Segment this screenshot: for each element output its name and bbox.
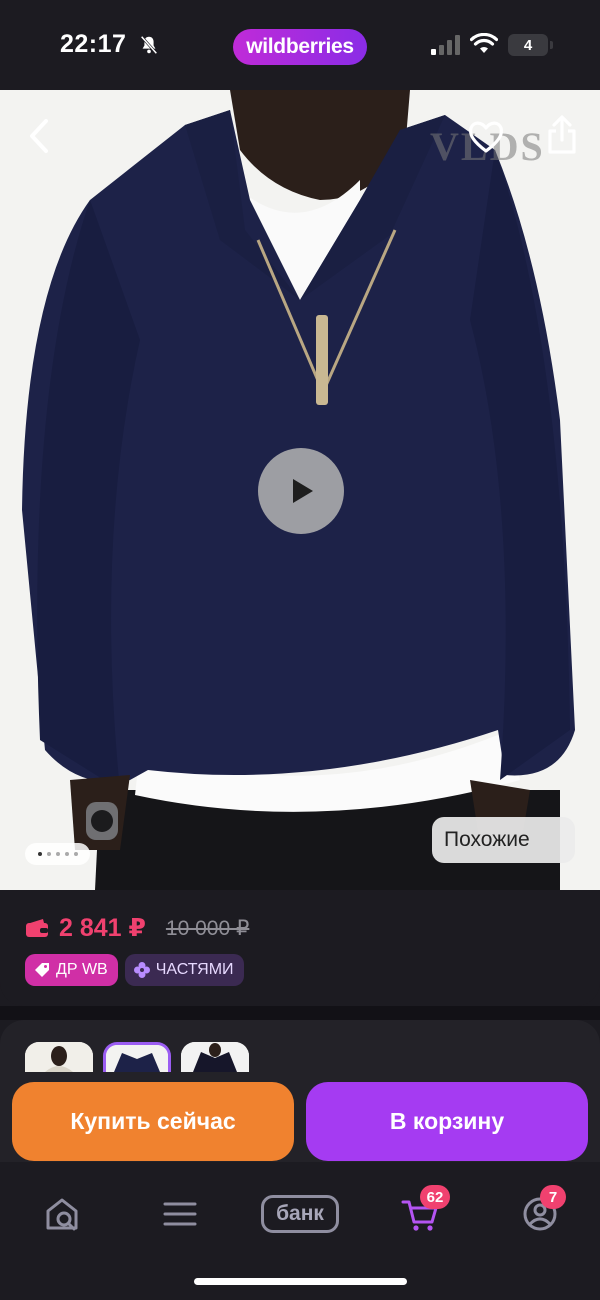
nav-catalog[interactable] (158, 1192, 202, 1236)
thumbnail-image (25, 1042, 93, 1072)
old-price: 10 000 ₽ (165, 916, 250, 940)
pagination-dot (37, 852, 42, 856)
status-bar: 22:17 wildberries 4 (0, 0, 600, 90)
wallet-icon (26, 919, 48, 937)
thumbnail[interactable] (25, 1042, 93, 1072)
thumbnail-image (181, 1042, 249, 1072)
wb-birthday-badge[interactable]: ДР WB (25, 954, 118, 986)
similar-button[interactable]: Похожие (432, 817, 575, 863)
current-price: 2 841 ₽ (59, 914, 146, 942)
status-time: 22:17 (60, 30, 127, 58)
pagination-dot (64, 852, 69, 856)
pagination-dot (73, 852, 78, 856)
buy-now-button[interactable]: Купить сейчас (12, 1082, 294, 1161)
nav-bank[interactable]: банк (261, 1192, 339, 1236)
battery-level: 4 (523, 36, 533, 54)
product-image[interactable]: VLDS Похожие (0, 90, 600, 890)
pagination-dot (46, 852, 51, 856)
cellular-signal-icon (431, 35, 460, 55)
thumbnail-selected[interactable] (103, 1042, 171, 1072)
bell-muted-icon (140, 35, 158, 55)
share-icon[interactable] (544, 114, 580, 156)
split-payment-icon (133, 962, 150, 978)
image-pagination[interactable] (25, 843, 90, 865)
badge-label: ЧАСТЯМИ (155, 961, 234, 978)
catalog-icon (163, 1202, 197, 1226)
play-icon (293, 479, 313, 503)
add-to-cart-button[interactable]: В корзину (306, 1082, 588, 1161)
cart-count-badge: 62 (420, 1185, 450, 1209)
nav-home[interactable] (40, 1192, 84, 1236)
bank-icon: банк (261, 1195, 339, 1233)
bank-label: банк (276, 1202, 324, 1225)
back-arrow-icon[interactable] (22, 115, 58, 157)
profile-count-badge: 7 (540, 1185, 566, 1209)
tag-icon (35, 963, 49, 977)
promo-badges: ДР WB ЧАСТЯМИ (25, 954, 244, 986)
pagination-dot (55, 852, 60, 856)
thumbnail[interactable] (181, 1042, 249, 1072)
home-indicator[interactable] (194, 1278, 407, 1285)
thumbnail-image (106, 1045, 168, 1072)
price-card: 2 841 ₽ 10 000 ₽ ДР WB ЧАСТЯМИ (0, 890, 600, 1006)
wifi-icon (470, 33, 498, 53)
heart-icon[interactable] (466, 117, 506, 157)
battery-icon: 4 (508, 34, 553, 56)
split-payment-badge[interactable]: ЧАСТЯМИ (124, 954, 244, 986)
home-search-icon (46, 1198, 78, 1231)
section-divider (0, 1006, 600, 1020)
play-video-button[interactable] (258, 448, 344, 534)
wildberries-app-badge[interactable]: wildberries (233, 29, 367, 65)
badge-label: ДР WB (56, 961, 108, 978)
price-row: 2 841 ₽ 10 000 ₽ (25, 913, 249, 943)
